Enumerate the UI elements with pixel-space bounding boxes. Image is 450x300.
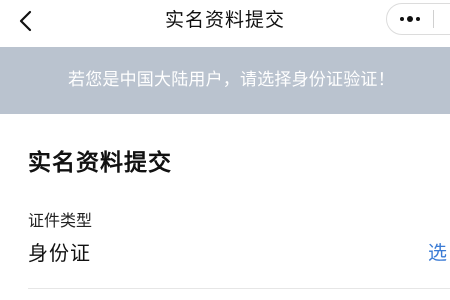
page-title: 实名资料提交 — [164, 9, 285, 31]
document-type-label: 证件类型 — [28, 211, 93, 230]
mini-program-capsule — [386, 3, 450, 35]
notice-banner: 若您是中国大陆用户，请选择身份证验证！ — [0, 47, 450, 114]
select-document-type-link[interactable]: 选 — [428, 238, 447, 265]
more-dots-icon — [400, 16, 420, 22]
back-button[interactable] — [12, 7, 40, 35]
notice-text: 若您是中国大陆用户，请选择身份证验证！ — [68, 70, 395, 90]
page: 实名资料提交 若您是中国大陆用户，请选择身份证验证！ 实名资料提交 证件类型 身… — [0, 0, 450, 300]
section-title: 实名资料提交 — [28, 150, 172, 176]
document-type-value[interactable]: 身份证 — [28, 237, 91, 266]
chevron-left-icon — [19, 10, 32, 32]
more-button[interactable] — [387, 4, 433, 34]
field-divider — [28, 288, 450, 289]
capsule-divider — [433, 10, 434, 28]
top-nav-bar: 实名资料提交 — [0, 0, 450, 42]
